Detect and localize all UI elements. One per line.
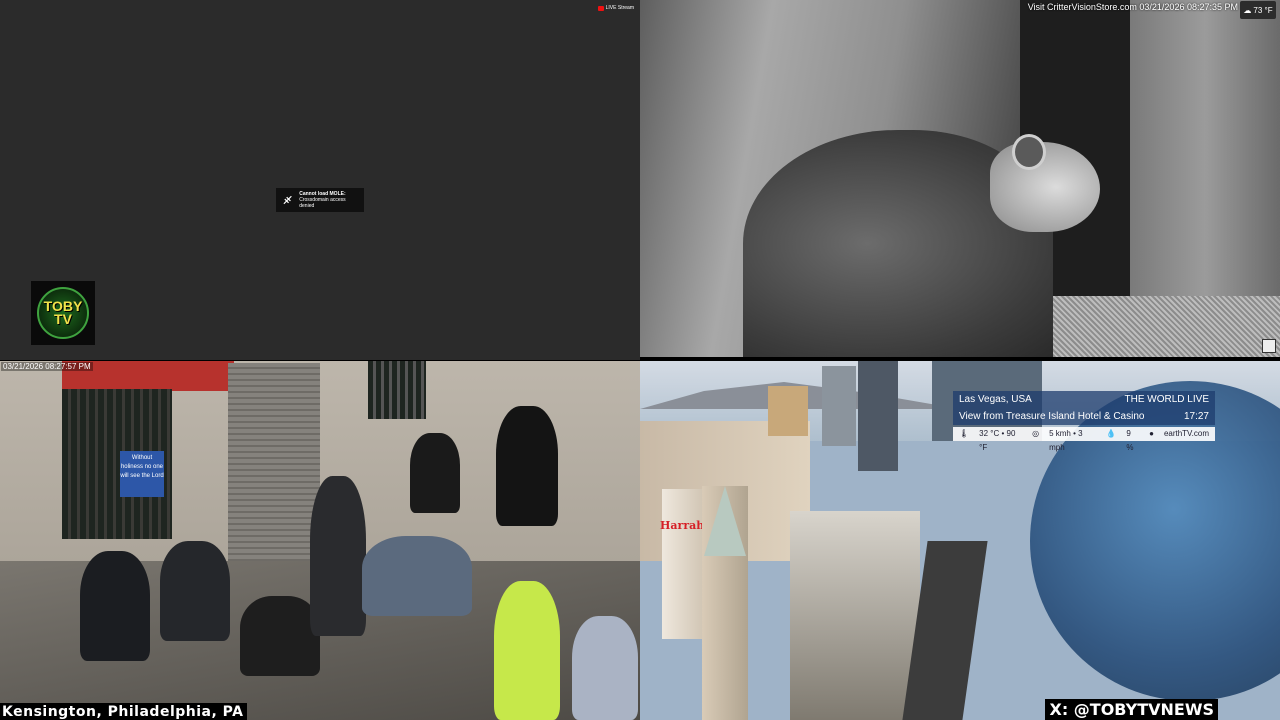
- hotel-tower: [768, 386, 808, 436]
- live-badge: LIVE Stream: [597, 5, 634, 11]
- low-rise-complex: [790, 511, 920, 720]
- person: [80, 551, 150, 661]
- critter-cam-timestamp: Visit CritterVisionStore.com 03/21/2026 …: [1027, 2, 1238, 12]
- harrahs-building: [662, 489, 706, 639]
- hotel-tower: [858, 361, 898, 471]
- cloud-icon: ☁: [1243, 5, 1252, 15]
- view-label: View from Treasure Island Hotel & Casino: [959, 411, 1145, 422]
- person: [572, 616, 638, 720]
- person: [410, 433, 460, 513]
- local-time: 17:27: [1183, 411, 1209, 422]
- toby-tv-logo-circle: TOBY TV: [37, 287, 89, 339]
- wind-icon: ◎: [1032, 429, 1040, 438]
- stream-panel-top-left[interactable]: LIVE Stream Cannot load MOLE: Crossdomai…: [0, 0, 640, 360]
- opossum-ear: [1012, 134, 1046, 170]
- person: [240, 596, 320, 676]
- upper-window: [368, 361, 426, 419]
- live-dot-icon: [597, 5, 604, 11]
- humidity-icon: 💧: [1106, 429, 1117, 438]
- logo-line2: TV: [54, 311, 72, 327]
- wind-readout: 5 kmh • 3 mph: [1049, 429, 1083, 452]
- camera-corner-icon: [1262, 339, 1276, 353]
- weather-row-view: View from Treasure Island Hotel & Casino…: [953, 408, 1215, 425]
- weather-row-city: Las Vegas, USA THE WORLD LIVE: [953, 391, 1215, 408]
- rolling-shutter: [228, 363, 320, 563]
- network-label: THE WORLD LIVE: [1124, 394, 1209, 405]
- kensington-timestamp: 03/21/2026 08:27:57 PM: [1, 362, 93, 371]
- weather-overlay: Las Vegas, USA THE WORLD LIVE View from …: [953, 391, 1215, 452]
- temperature: 73 °F: [1253, 5, 1273, 15]
- thermometer-icon: 🌡: [959, 429, 970, 438]
- weather-badge: ☁ 73 °F: [1240, 1, 1276, 19]
- stream-panel-las-vegas[interactable]: Harrah's Las Vegas, USA THE WORLD LIVE V…: [640, 361, 1280, 720]
- person: [310, 476, 366, 636]
- twitter-handle: X: @TOBYTVNEWS: [1045, 699, 1218, 720]
- person: [160, 541, 230, 641]
- error-detail: Crossdomain access denied: [299, 197, 346, 209]
- toby-tv-logo: TOBY TV: [31, 281, 95, 345]
- person: [496, 406, 558, 526]
- broken-plug-icon: [283, 195, 292, 205]
- load-error-message: Cannot load MOLE: Crossdomain access den…: [276, 188, 364, 212]
- earthtv-icon: ●: [1149, 429, 1154, 438]
- temperature-readout: 32 °C • 90 °F: [979, 429, 1016, 452]
- city-label: Las Vegas, USA: [959, 394, 1032, 405]
- stream-panel-kensington[interactable]: Without holiness no one will see the Lor…: [0, 361, 640, 720]
- person: [494, 581, 560, 720]
- location-label: Kensington, Philadelphia, PA: [0, 703, 248, 720]
- blue-sign: Without holiness no one will see the Lor…: [120, 451, 164, 497]
- weather-row-stats: 🌡 32 °C • 90 °F ◎ 5 kmh • 3 mph 💧 9 % ● …: [953, 427, 1215, 452]
- stream-panel-critter-cam[interactable]: Visit CritterVisionStore.com 03/21/2026 …: [640, 0, 1280, 357]
- person: [362, 536, 472, 616]
- brand-label: earthTV.com: [1163, 429, 1209, 438]
- humidity-readout: 9 %: [1126, 429, 1134, 452]
- hotel-tower: [822, 366, 856, 446]
- live-badge-label: LIVE Stream: [605, 5, 634, 11]
